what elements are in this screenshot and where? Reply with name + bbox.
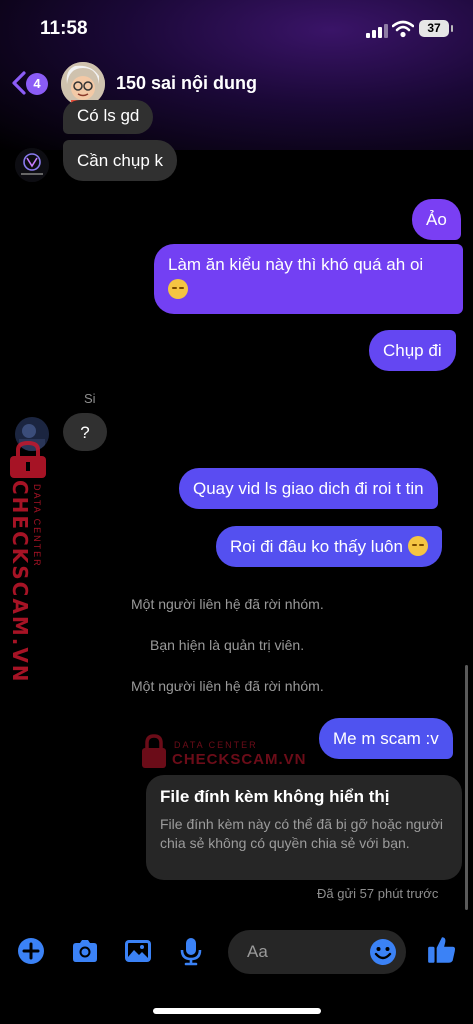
padlock-icon	[10, 440, 46, 478]
system-note: Bạn hiện là quản trị viên.	[150, 637, 305, 653]
cellular-signal-icon	[366, 24, 388, 38]
pensive-face-emoji-icon	[407, 536, 428, 556]
message-bubble-out[interactable]: Me m scam :v	[319, 718, 453, 759]
image-icon[interactable]	[123, 936, 153, 966]
message-bubble-out[interactable]: Chụp đi	[369, 330, 456, 371]
message-bubble-out[interactable]: Roi đi đâu ko thấy luôn	[216, 526, 442, 567]
emoji-icon[interactable]	[368, 937, 398, 967]
message-text: Ảo	[426, 210, 447, 229]
watermark-tag: DATA CENTER	[32, 484, 42, 568]
wifi-icon	[392, 20, 414, 38]
sender-avatar[interactable]	[15, 148, 49, 182]
message-text: Có ls gd	[77, 106, 140, 125]
plus-icon[interactable]	[16, 936, 46, 966]
microphone-icon[interactable]	[176, 936, 206, 966]
message-input[interactable]: Aa	[228, 930, 406, 974]
group-title[interactable]: 150 sai nội dung	[116, 73, 257, 94]
padlock-icon	[142, 734, 166, 768]
message-text: ?	[80, 423, 90, 442]
scrollbar[interactable]	[465, 665, 468, 910]
watermark-center: DATA CENTER CHECKSCAM.VN	[140, 734, 306, 774]
message-bubble-out[interactable]: Làm ăn kiểu này thì khó quá ah oi	[154, 244, 463, 314]
system-note: Một người liên hệ đã rời nhóm.	[131, 596, 324, 612]
message-input-placeholder: Aa	[247, 942, 268, 961]
status-bar: 11:58 37	[0, 0, 473, 56]
sender-name: Si	[84, 391, 96, 406]
home-indicator	[153, 1008, 321, 1014]
message-composer: Aa	[0, 922, 473, 982]
message-bubble-in[interactable]: ?	[63, 413, 107, 451]
camera-icon[interactable]	[70, 936, 100, 966]
message-text: Cần chụp k	[77, 151, 163, 170]
watermark-brand: CHECKSCAM.VN	[8, 480, 32, 684]
unread-count-badge[interactable]: 4	[26, 73, 48, 95]
sender-logo-icon	[15, 148, 49, 182]
attachment-body: File đính kèm này có thể đã bị gỡ hoặc n…	[160, 816, 444, 851]
watermark-side: CHECKSCAM.VN DATA CENTER	[2, 440, 58, 684]
message-bubble-out[interactable]: Ảo	[412, 199, 461, 240]
message-text: Quay vid ls giao dich đi roi t tin	[193, 479, 424, 498]
thumbs-up-icon[interactable]	[426, 934, 458, 966]
message-text: Roi đi đâu ko thấy luôn	[230, 537, 403, 556]
watermark-tag: DATA CENTER	[174, 740, 258, 750]
watermark-brand: CHECKSCAM.VN	[172, 751, 307, 768]
attachment-title: File đính kèm không hiển thị	[160, 787, 390, 806]
message-text: Chụp đi	[383, 341, 442, 360]
system-note: Một người liên hệ đã rời nhóm.	[131, 678, 324, 694]
message-bubble-in[interactable]: Cần chụp k	[63, 140, 177, 181]
message-bubble-out[interactable]: Quay vid ls giao dich đi roi t tin	[179, 468, 438, 509]
message-text: Làm ăn kiểu này thì khó quá ah oi	[168, 255, 424, 274]
message-text: Me m scam :v	[333, 729, 439, 748]
status-time: 11:58	[40, 18, 88, 39]
sent-status: Đã gửi 57 phút trước	[317, 886, 439, 901]
battery-indicator: 37	[419, 20, 453, 37]
unavailable-attachment-card[interactable]: File đính kèm không hiển thị File đính k…	[146, 775, 462, 880]
pensive-face-emoji-icon	[168, 279, 188, 299]
message-bubble-in[interactable]: Có ls gd	[63, 100, 154, 134]
